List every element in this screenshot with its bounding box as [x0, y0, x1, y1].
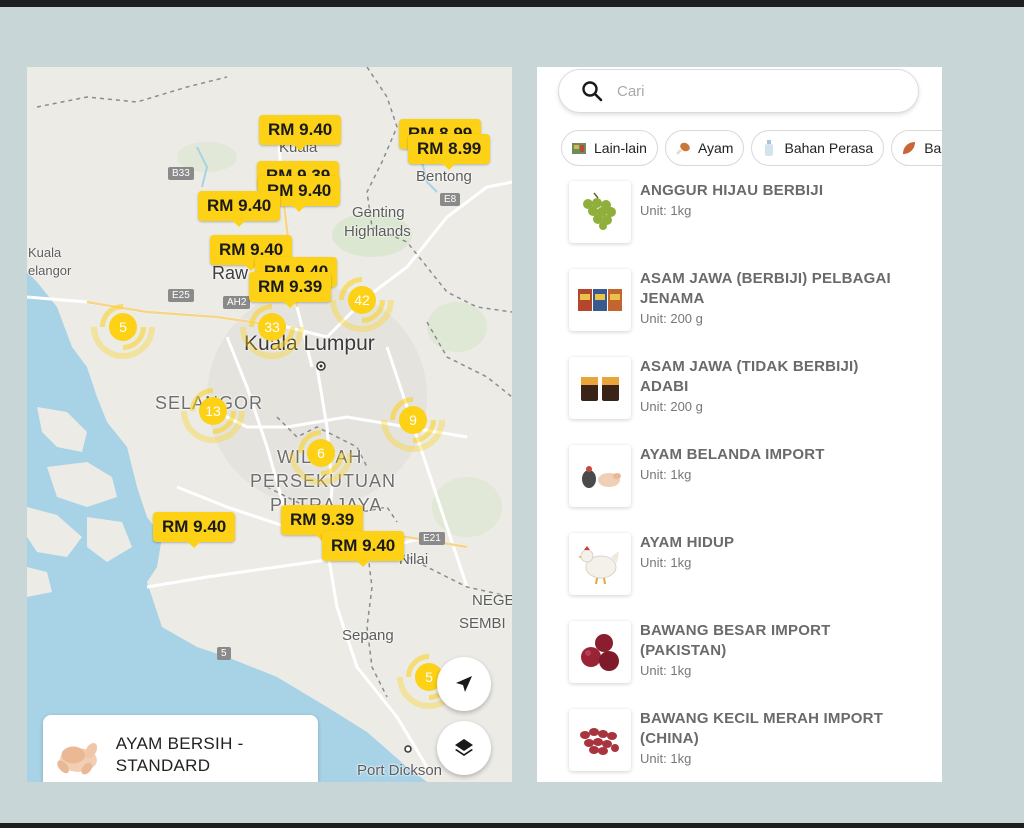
item-name: BAWANG BESAR IMPORT (PAKISTAN) [640, 622, 831, 659]
road-shield-e25: E25 [168, 289, 194, 302]
cluster-count: 6 [307, 439, 335, 467]
top-frame-bar [0, 0, 1024, 7]
search-input[interactable] [617, 82, 877, 100]
price-tag[interactable]: RM 9.40 [259, 115, 342, 151]
map-label-highlands: Highlands [344, 223, 411, 240]
cluster-count: 42 [348, 286, 376, 314]
price-cluster[interactable]: 6 [275, 407, 367, 499]
price-cluster[interactable]: 42 [316, 254, 408, 346]
item-name: AYAM HIDUP [640, 534, 735, 551]
road-shield-e21: E21 [419, 532, 445, 545]
item-thumbnail [569, 445, 631, 507]
my-location-button[interactable] [437, 657, 491, 711]
cluster-count: 9 [399, 406, 427, 434]
item-unit: Unit: 1kg [640, 751, 692, 766]
item-unit: Unit: 1kg [640, 555, 692, 570]
map-label-rawang: Raw [212, 263, 249, 283]
tamarind-jar-icon [581, 377, 619, 401]
item-unit: Unit: 1kg [640, 203, 692, 218]
onion-icon [581, 634, 619, 671]
list-item[interactable]: ASAM JAWA (TIDAK BERBIJI) ADABI Unit: 20… [569, 351, 909, 439]
item-unit: Unit: 200 g [640, 399, 703, 414]
price-tag[interactable]: RM 9.39 [249, 272, 332, 308]
search-bar[interactable] [558, 69, 919, 113]
price-cluster[interactable]: 13 [167, 365, 259, 457]
category-chip-bahan-perasa[interactable]: Bahan Perasa [751, 130, 885, 166]
list-item[interactable]: ANGGUR HIJAU BERBIJI Unit: 1kg [569, 175, 909, 263]
map-label-kuala-selangor-1: Kuala [28, 245, 62, 260]
item-thumbnail [569, 709, 631, 771]
map-label-port-dickson: Port Dickson [357, 762, 443, 779]
item-unit: Unit: 1kg [640, 467, 692, 482]
item-thumbnail [569, 357, 631, 419]
item-name: ASAM JAWA (TIDAK BERBIJI) ADABI [640, 358, 859, 395]
selected-product-name: AYAM BERSIH - STANDARD [115, 734, 244, 775]
cluster-count: 5 [109, 313, 137, 341]
road-shield-5: 5 [217, 647, 231, 660]
map-label-sepang: Sepang [342, 627, 394, 644]
item-unit: Unit: 200 g [640, 311, 703, 326]
price-tag[interactable]: RM 9.40 [153, 512, 236, 548]
list-item[interactable]: BAWANG BESAR IMPORT (PAKISTAN) Unit: 1kg [569, 615, 909, 703]
product-list: ANGGUR HIJAU BERBIJI Unit: 1kg ASAM JAWA… [569, 175, 909, 782]
price-tag[interactable]: RM 9.40 [198, 191, 281, 227]
item-name: ASAM JAWA (BERBIJI) PELBAGAI JENAMA [640, 270, 891, 307]
chip-label: Ayam [697, 140, 734, 156]
item-thumbnail [569, 533, 631, 595]
list-item[interactable]: AYAM BELANDA IMPORT Unit: 1kg [569, 439, 909, 527]
cluster-count: 13 [199, 397, 227, 425]
turkey-icon [582, 466, 621, 488]
item-name: AYAM BELANDA IMPORT [640, 446, 825, 463]
bottom-frame-bar [0, 823, 1024, 828]
map-label-genting: Genting [352, 204, 405, 221]
item-thumbnail [569, 621, 631, 683]
category-chip-ayam[interactable]: Ayam [664, 130, 745, 166]
price-tag[interactable]: RM 8.99 [408, 134, 491, 170]
category-chips: Lain-lain Ayam Bahan Perasa Bara [561, 130, 942, 166]
item-name: ANGGUR HIJAU BERBIJI [640, 182, 824, 199]
layers-icon [455, 739, 473, 756]
chip-label: Bara [924, 140, 942, 156]
navigation-arrow-icon [456, 676, 472, 692]
live-chicken-icon [578, 546, 619, 585]
drumstick-icon [674, 139, 692, 157]
box-icon [570, 139, 588, 157]
item-unit: Unit: 1kg [640, 663, 692, 678]
map-label-kuala-selangor-2: elangor [28, 263, 72, 278]
item-name: BAWANG KECIL MERAH IMPORT (CHINA) [640, 710, 884, 747]
map-label-bentong: Bentong [416, 168, 472, 185]
price-cluster[interactable]: 5 [77, 281, 169, 373]
cluster-count: 33 [258, 313, 286, 341]
leaf-icon [900, 139, 918, 157]
map-label-sembilan: SEMBI [459, 615, 506, 632]
item-thumbnail [569, 269, 631, 331]
item-thumbnail [569, 181, 631, 243]
grapes-icon [583, 192, 616, 230]
chip-label: Lain-lain [594, 140, 647, 156]
shallot-icon [580, 728, 619, 755]
price-cluster[interactable]: 9 [367, 374, 459, 466]
bottle-icon [760, 139, 778, 157]
category-chip-bara[interactable]: Bara [891, 130, 942, 166]
map-view[interactable]: Kuala Bentong Genting Highlands Kuala el… [27, 67, 512, 782]
road-shield-e8: E8 [440, 193, 461, 206]
product-list-panel: Lain-lain Ayam Bahan Perasa Bara [537, 67, 942, 782]
list-item[interactable]: BAWANG KECIL MERAH IMPORT (CHINA) Unit: … [569, 703, 909, 782]
chip-label: Bahan Perasa [784, 140, 874, 156]
search-icon [582, 81, 603, 102]
list-item[interactable]: ASAM JAWA (BERBIJI) PELBAGAI JENAMA Unit… [569, 263, 909, 351]
map-label-negeri: NEGE [472, 592, 512, 609]
map-layers-button[interactable] [437, 721, 491, 775]
category-chip-lain-lain[interactable]: Lain-lain [561, 130, 658, 166]
price-tag[interactable]: RM 9.40 [322, 531, 405, 567]
selected-product-card[interactable]: AYAM BERSIH - STANDARD [43, 715, 318, 782]
raw-chicken-icon [57, 743, 98, 775]
road-shield-b33: B33 [168, 167, 194, 180]
tamarind-pack-icon [578, 289, 622, 311]
list-item[interactable]: AYAM HIDUP Unit: 1kg [569, 527, 909, 615]
